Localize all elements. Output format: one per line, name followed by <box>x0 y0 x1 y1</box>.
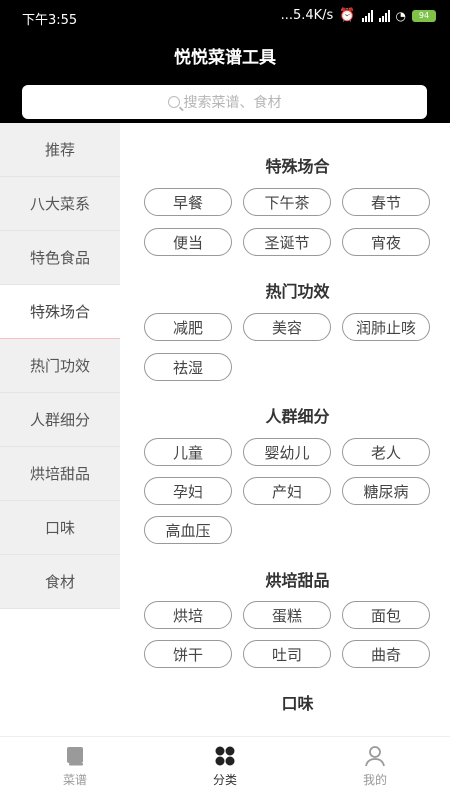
sidebar-item-cuisines[interactable]: 八大菜系 <box>0 177 120 231</box>
category-icon <box>165 745 285 767</box>
tag-button[interactable]: 祛湿 <box>144 353 232 381</box>
book-icon <box>15 745 135 767</box>
sidebar-item-label: 推荐 <box>44 141 75 159</box>
signal-icon <box>361 9 373 22</box>
sidebar-item-label: 食材 <box>44 573 75 591</box>
sidebar-item-label: 特殊场合 <box>29 303 90 321</box>
category-sidebar: 推荐 八大菜系 特色食品 特殊场合 热门功效 人群细分 烘培甜品 口味 食材 <box>0 123 120 609</box>
tag-button[interactable]: 孕妇 <box>144 477 232 505</box>
tag-button[interactable]: 面包 <box>342 601 430 629</box>
status-time: 下午3:55 <box>22 13 78 28</box>
app-header: 下午3:55 ...5.4K/s ⏰ ◔ 94 悦悦菜谱工具 搜索菜谱、食材 <box>0 0 450 123</box>
battery-icon: 94 <box>412 9 436 22</box>
tag-button[interactable]: 圣诞节 <box>243 228 331 256</box>
tag-button[interactable]: 蛋糕 <box>243 601 331 629</box>
tab-category[interactable]: 分类 <box>165 745 285 788</box>
tag-button[interactable]: 减肥 <box>144 313 232 341</box>
sidebar-item-label: 口味 <box>44 519 75 537</box>
tag-button[interactable]: 婴幼儿 <box>243 438 331 466</box>
tag-button[interactable]: 早餐 <box>144 188 232 216</box>
tab-recipes[interactable]: 菜谱 <box>15 745 135 788</box>
user-icon <box>315 745 435 767</box>
tag-button[interactable]: 儿童 <box>144 438 232 466</box>
network-speed: ...5.4K/s <box>280 8 334 23</box>
sidebar-item-label: 烘培甜品 <box>29 465 90 483</box>
tag-button[interactable]: 高血压 <box>144 516 232 544</box>
tab-label: 分类 <box>212 773 237 787</box>
tab-label: 菜谱 <box>62 773 87 787</box>
tag-button[interactable]: 曲奇 <box>342 640 430 668</box>
sidebar-item-specialty[interactable]: 特色食品 <box>0 231 120 285</box>
wifi-icon: ◔ <box>395 8 406 23</box>
tag-button[interactable]: 美容 <box>243 313 331 341</box>
sidebar-item-label: 八大菜系 <box>29 195 90 213</box>
tag-button[interactable]: 便当 <box>144 228 232 256</box>
tag-button[interactable]: 下午茶 <box>243 188 331 216</box>
tag-button[interactable]: 老人 <box>342 438 430 466</box>
tab-profile[interactable]: 我的 <box>315 745 435 788</box>
sidebar-item-taste[interactable]: 口味 <box>0 501 120 555</box>
tag-button[interactable]: 烘培 <box>144 601 232 629</box>
tag-button[interactable]: 润肺止咳 <box>342 313 430 341</box>
search-icon <box>167 96 180 108</box>
tag-button[interactable]: 产妇 <box>243 477 331 505</box>
sidebar-item-groups[interactable]: 人群细分 <box>0 393 120 447</box>
tag-button[interactable]: 春节 <box>342 188 430 216</box>
bottom-nav: 菜谱 分类 我的 <box>0 736 450 801</box>
sidebar-item-label: 特色食品 <box>29 249 90 267</box>
section-title: 热门功效 <box>265 282 330 301</box>
search-input[interactable]: 搜索菜谱、食材 <box>22 85 427 119</box>
sidebar-item-baking[interactable]: 烘培甜品 <box>0 447 120 501</box>
tag-button[interactable]: 糖尿病 <box>342 477 430 505</box>
tab-label: 我的 <box>362 773 387 787</box>
sidebar-item-label: 热门功效 <box>29 357 90 375</box>
page-title: 悦悦菜谱工具 <box>174 48 276 68</box>
search-placeholder: 搜索菜谱、食材 <box>183 95 282 111</box>
sidebar-item-occasions[interactable]: 特殊场合 <box>0 285 120 339</box>
sidebar-item-effects[interactable]: 热门功效 <box>0 339 120 393</box>
section-title: 特殊场合 <box>265 157 330 176</box>
sidebar-item-ingredients[interactable]: 食材 <box>0 555 120 609</box>
status-bar: 下午3:55 ...5.4K/s ⏰ ◔ 94 <box>0 0 450 34</box>
tag-button[interactable]: 吐司 <box>243 640 331 668</box>
status-icons: ...5.4K/s ⏰ ◔ 94 <box>281 8 436 23</box>
section-title: 人群细分 <box>265 407 330 426</box>
tag-button[interactable]: 饼干 <box>144 640 232 668</box>
sidebar-item-recommend[interactable]: 推荐 <box>0 123 120 177</box>
sidebar-item-label: 人群细分 <box>29 411 90 429</box>
section-title: 口味 <box>281 694 314 713</box>
signal-icon <box>378 9 390 22</box>
tag-button[interactable]: 宵夜 <box>342 228 430 256</box>
category-content: 特殊场合 早餐 下午茶 春节 便当 圣诞节 宵夜 热门功效 减肥 美容 润肺止咳… <box>120 123 450 735</box>
section-title: 烘培甜品 <box>265 571 330 590</box>
alarm-icon: ⏰ <box>339 8 356 23</box>
